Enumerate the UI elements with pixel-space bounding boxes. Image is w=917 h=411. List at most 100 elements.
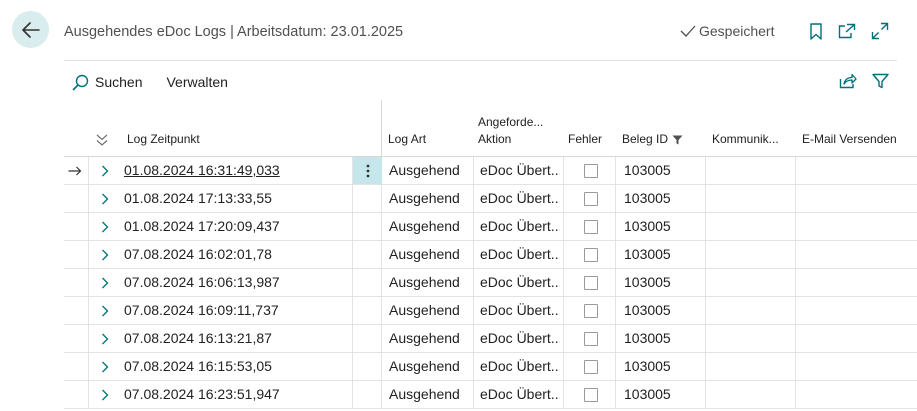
column-divider (352, 185, 353, 212)
table-row[interactable]: 07.08.2024 16:15:53,05 Ausgehend eDoc Über… (64, 353, 917, 381)
search-button[interactable]: Suchen (64, 74, 148, 91)
expand-row-button[interactable] (101, 241, 115, 268)
expand-row-button[interactable] (101, 157, 115, 184)
manage-label: Verwalten (166, 74, 228, 90)
log-time-cell[interactable]: 01.08.2024 17:13:33,55 (124, 185, 350, 212)
table-row[interactable]: 07.08.2024 16:13:21,87 Ausgehend eDoc Über… (64, 325, 917, 353)
table-row[interactable]: 07.08.2024 16:06:13,987 Ausgehend eDoc Übe… (64, 269, 917, 297)
search-label: Suchen (95, 74, 143, 90)
expand-row-button[interactable] (101, 297, 115, 324)
chevron-right-icon (102, 221, 109, 232)
column-divider (352, 297, 353, 324)
error-checkbox[interactable] (584, 192, 598, 206)
expand-row-button[interactable] (101, 185, 115, 212)
column-divider (473, 157, 474, 184)
bookmark-button[interactable] (807, 22, 825, 40)
table-row[interactable]: 01.08.2024 16:31:49,033 Ausgehend eDoc Übe… (64, 157, 917, 185)
email-send-cell (796, 213, 916, 240)
communication-cell (706, 185, 794, 212)
column-divider (615, 241, 616, 268)
checkmark-icon (680, 25, 696, 37)
filter-button[interactable] (870, 71, 890, 91)
column-divider (381, 213, 382, 240)
email-send-cell (796, 185, 916, 212)
log-time-cell[interactable]: 07.08.2024 16:06:13,987 (124, 269, 350, 296)
column-header-email-send[interactable]: E-Mail Versenden (802, 131, 897, 148)
column-divider (615, 185, 616, 212)
row-pointer (68, 157, 86, 184)
column-divider (563, 269, 564, 296)
column-header-log-type[interactable]: Log Art (388, 131, 426, 148)
column-divider (88, 213, 89, 240)
log-type-cell: Ausgehend (389, 386, 460, 402)
log-time-cell[interactable]: 01.08.2024 16:31:49,033 (124, 157, 350, 184)
collapse-all-button[interactable] (95, 133, 109, 150)
column-divider (473, 297, 474, 324)
expand-button[interactable] (871, 22, 889, 40)
table-row[interactable]: 07.08.2024 16:09:11,737 Ausgehend eDoc Übe… (64, 297, 917, 325)
column-divider (473, 325, 474, 352)
doc-id-cell: 103005 (624, 358, 671, 374)
chevron-right-icon (102, 333, 109, 344)
requested-action-cell: eDoc Übert... (480, 246, 560, 262)
communication-cell (706, 381, 794, 408)
column-divider (563, 241, 564, 268)
log-time-cell[interactable]: 07.08.2024 16:23:51,947 (124, 381, 350, 408)
manage-button[interactable]: Verwalten (166, 74, 233, 90)
column-divider (352, 241, 353, 268)
column-divider (88, 381, 89, 408)
table-header: Log Zeitpunkt Log Art Angeforde... Aktio… (64, 100, 917, 157)
table-row[interactable]: 07.08.2024 16:02:01,78 Ausgehend eDoc Über… (64, 241, 917, 269)
error-checkbox[interactable] (584, 360, 598, 374)
column-header-communication[interactable]: Kommunik... (712, 131, 779, 148)
expand-row-button[interactable] (101, 325, 115, 352)
table-row[interactable]: 01.08.2024 17:20:09,437 Ausgehend eDoc Übe… (64, 213, 917, 241)
error-checkbox[interactable] (584, 164, 598, 178)
doc-id-cell: 103005 (624, 218, 671, 234)
share-icon (839, 73, 857, 89)
column-divider (381, 297, 382, 324)
error-checkbox[interactable] (584, 332, 598, 346)
doc-id-cell: 103005 (624, 162, 671, 178)
doc-id-cell: 103005 (624, 274, 671, 290)
requested-action-cell: eDoc Übert... (480, 358, 560, 374)
column-header-doc-id[interactable]: Beleg ID (622, 131, 683, 148)
log-time-cell[interactable]: 07.08.2024 16:15:53,05 (124, 353, 350, 380)
expand-icon (871, 22, 889, 40)
column-divider (615, 269, 616, 296)
open-in-new-window-button[interactable] (838, 22, 856, 40)
column-header-log-time[interactable]: Log Zeitpunkt (127, 131, 200, 148)
column-divider (563, 381, 564, 408)
column-header-error[interactable]: Fehler (568, 131, 602, 148)
back-button[interactable] (12, 11, 49, 48)
share-button[interactable] (838, 71, 858, 91)
error-checkbox[interactable] (584, 220, 598, 234)
column-header-requested-action[interactable]: Angeforde... Aktion (478, 114, 543, 148)
column-divider (381, 185, 382, 212)
log-type-cell: Ausgehend (389, 190, 460, 206)
expand-row-button[interactable] (101, 213, 115, 240)
table-row[interactable]: 01.08.2024 17:13:33,55 Ausgehend eDoc Über… (64, 185, 917, 213)
column-divider (352, 353, 353, 380)
row-more-options-button[interactable] (353, 157, 382, 184)
column-divider (473, 213, 474, 240)
expand-row-button[interactable] (101, 381, 115, 408)
expand-row-button[interactable] (101, 269, 115, 296)
log-time-cell[interactable]: 07.08.2024 16:02:01,78 (124, 241, 350, 268)
email-send-cell (796, 353, 916, 380)
error-checkbox[interactable] (584, 388, 598, 402)
log-time-cell[interactable]: 01.08.2024 17:20:09,437 (124, 213, 350, 240)
chevron-right-icon (102, 165, 109, 176)
error-checkbox[interactable] (584, 248, 598, 262)
table-row[interactable]: 07.08.2024 16:23:51,947 Ausgehend eDoc Übe… (64, 381, 917, 409)
log-type-cell: Ausgehend (389, 358, 460, 374)
expand-row-button[interactable] (101, 353, 115, 380)
log-time-cell[interactable]: 07.08.2024 16:13:21,87 (124, 325, 350, 352)
column-header-requested-action-line2: Aktion (478, 132, 512, 146)
log-time-cell[interactable]: 07.08.2024 16:09:11,737 (124, 297, 350, 324)
error-checkbox[interactable] (584, 304, 598, 318)
log-type-cell: Ausgehend (389, 274, 460, 290)
error-checkbox[interactable] (584, 276, 598, 290)
header-divider (64, 60, 897, 61)
column-divider (615, 297, 616, 324)
